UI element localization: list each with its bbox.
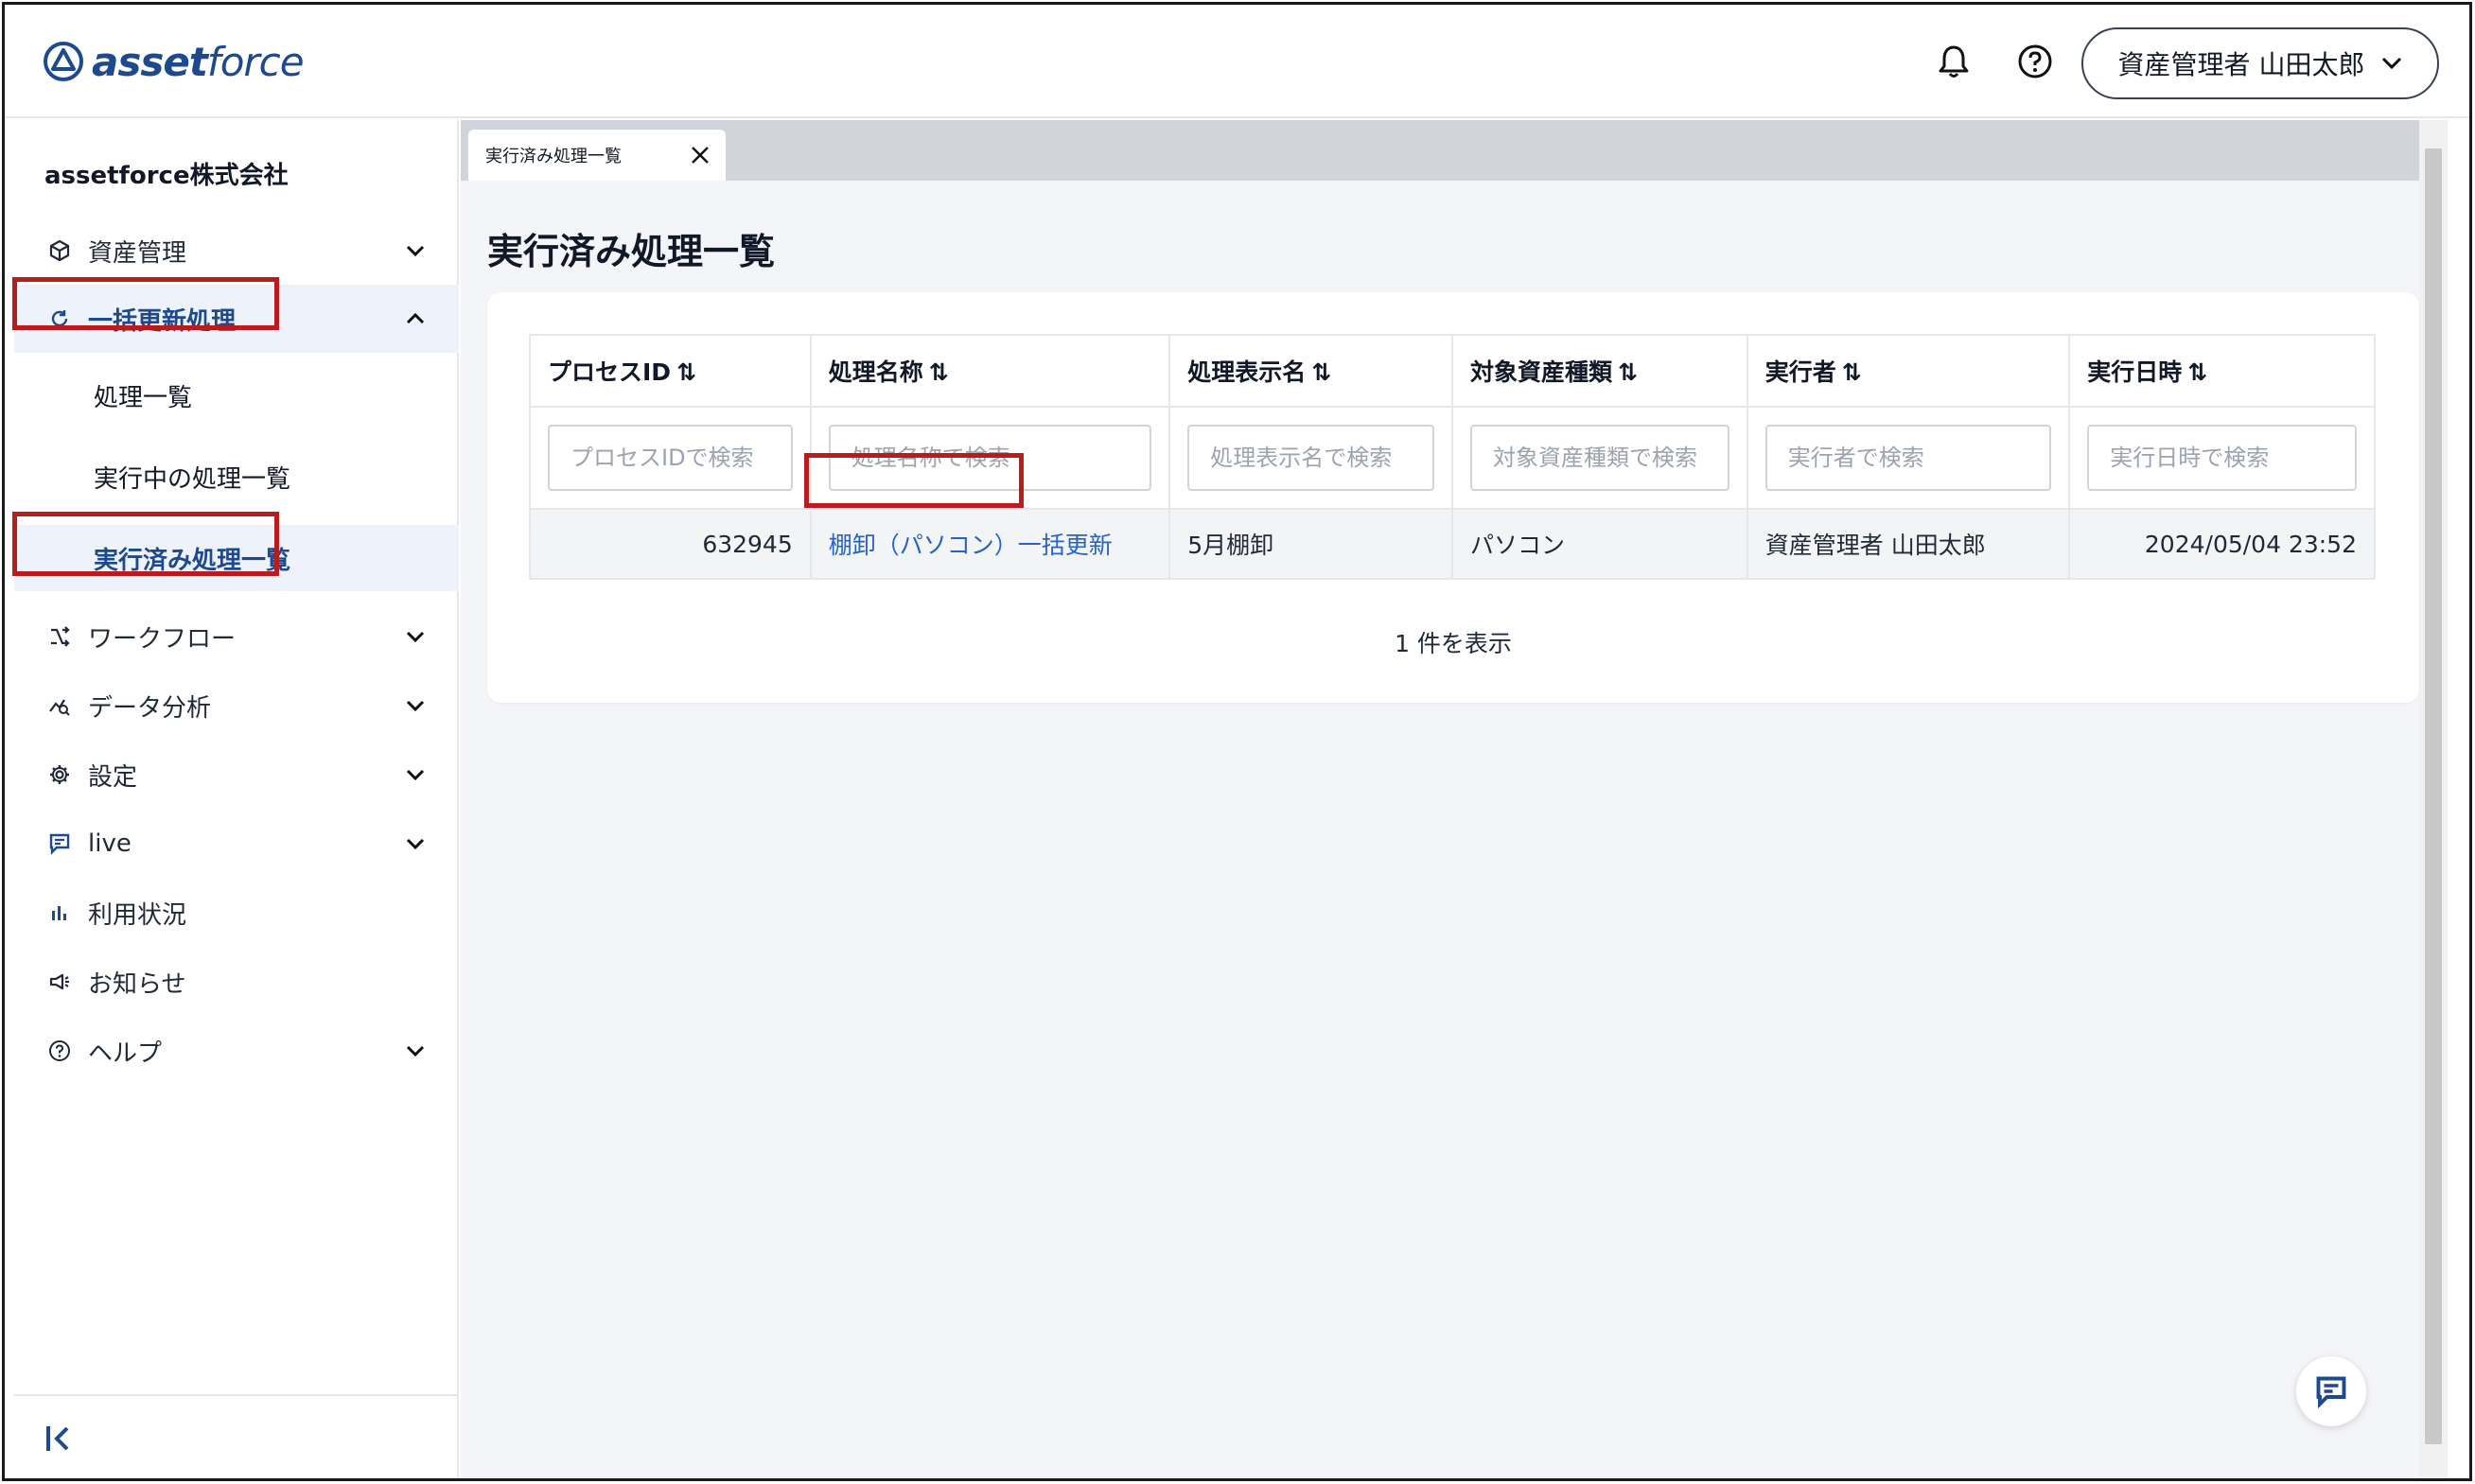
result-count: 1 件を表示: [1395, 630, 1512, 657]
workflow-icon: [46, 623, 73, 650]
table-header-row: プロセスID ⇅ 処理名称 ⇅ 処理表示名 ⇅ 対象資産種類 ⇅ 実行者 ⇅ 実行日時 ⇅: [529, 334, 2376, 408]
live-chat-button[interactable]: [2296, 1356, 2366, 1426]
chat-icon: [2316, 1376, 2346, 1408]
analytics-icon: [46, 692, 73, 719]
chevron-down-icon: [406, 631, 425, 643]
gear-icon: [46, 761, 73, 788]
chat-icon: [46, 830, 73, 857]
bar-chart-icon: [46, 899, 73, 926]
chevron-down-icon: [406, 838, 425, 850]
nav-live[interactable]: live: [14, 810, 459, 878]
help-circle-icon: [46, 1038, 73, 1064]
process-table: プロセスID ⇅ 処理名称 ⇅ 処理表示名 ⇅ 対象資産種類 ⇅ 実行者 ⇅ 実行日時 ⇅: [529, 334, 2376, 580]
col-header-asset-type[interactable]: 対象資産種類 ⇅: [1450, 334, 1748, 408]
nav-usage[interactable]: 利用状況: [14, 879, 459, 947]
cell-asset-type: パソコン: [1450, 508, 1748, 580]
logo-text: assetforce: [92, 38, 305, 85]
close-icon[interactable]: [688, 143, 712, 167]
nav-workflow[interactable]: ワークフロー: [14, 602, 459, 671]
cell-process-name: 棚卸（パソコン）一括更新: [809, 508, 1171, 580]
logo-mark-icon: [44, 42, 83, 81]
company-name: assetforce株式会社: [44, 162, 289, 190]
chevron-down-icon: [406, 245, 425, 257]
scrollbar-thumb[interactable]: [2425, 148, 2442, 1444]
filter-asset-type-input[interactable]: [1469, 425, 1729, 491]
nav-bulk-update[interactable]: 一括更新処理: [14, 285, 459, 353]
page-title: 実行済み処理一覧: [487, 231, 776, 272]
col-header-display-name[interactable]: 処理表示名 ⇅: [1168, 334, 1453, 408]
chevron-down-icon: [406, 700, 425, 712]
sort-icon[interactable]: ⇅: [929, 358, 949, 386]
sort-icon[interactable]: ⇅: [676, 358, 696, 386]
sort-icon[interactable]: ⇅: [1618, 358, 1638, 386]
nav-notifications[interactable]: お知らせ: [14, 948, 459, 1016]
vertical-scrollbar[interactable]: [2419, 120, 2448, 1478]
col-header-process-name[interactable]: 処理名称 ⇅: [809, 334, 1171, 408]
main-content: 実行済み処理一覧 実行済み処理一覧 プロセスID ⇅ 処理名称 ⇅ 処理表示名 ⇅ 対…: [461, 120, 2448, 1478]
chevron-up-icon: [406, 312, 425, 324]
nav-asset-management[interactable]: 資産管理: [14, 217, 459, 285]
filter-executed-at-input[interactable]: [2087, 425, 2357, 491]
app-window: assetforce 資産管理者 山田太郎 assetforce株式会社 資産管…: [2, 2, 2472, 1481]
chevron-down-icon: [406, 1045, 425, 1057]
filter-process-id-input[interactable]: [548, 425, 793, 491]
tab-bar: 実行済み処理一覧: [461, 120, 2448, 181]
cell-executor: 資産管理者 山田太郎: [1746, 508, 2071, 580]
collapse-sidebar-icon[interactable]: [43, 1423, 75, 1455]
subnav-process-list[interactable]: 処理一覧: [14, 362, 459, 428]
col-header-executed-at[interactable]: 実行日時 ⇅: [2068, 334, 2376, 408]
filter-display-name-input[interactable]: [1187, 425, 1434, 491]
nav-data-analysis[interactable]: データ分析: [14, 672, 459, 740]
table-row: 632945 棚卸（パソコン）一括更新 5月棚卸 パソコン 資産管理者 山田太郎…: [529, 508, 2376, 580]
sort-icon[interactable]: ⇅: [1842, 358, 1862, 386]
nav-settings[interactable]: 設定: [14, 741, 459, 809]
filter-row: [529, 406, 2376, 510]
subnav-running-processes[interactable]: 実行中の処理一覧: [14, 444, 459, 510]
help-circle-icon[interactable]: [2014, 41, 2056, 82]
process-name-link[interactable]: 棚卸（パソコン）一括更新: [829, 532, 1113, 559]
sidebar-footer: [14, 1394, 459, 1478]
user-name: 資産管理者 山田太郎: [2117, 49, 2365, 80]
col-header-process-id[interactable]: プロセスID ⇅: [529, 334, 812, 408]
nav-help[interactable]: ヘルプ: [14, 1017, 459, 1085]
cell-display-name: 5月棚卸: [1168, 508, 1453, 580]
cube-icon: [46, 237, 73, 264]
tab-executed-processes[interactable]: 実行済み処理一覧: [468, 130, 726, 181]
results-card: プロセスID ⇅ 処理名称 ⇅ 処理表示名 ⇅ 対象資産種類 ⇅ 実行者 ⇅ 実行日時 ⇅: [487, 292, 2419, 703]
bell-icon[interactable]: [1933, 41, 1975, 82]
sort-icon[interactable]: ⇅: [1311, 358, 1331, 386]
col-header-executor[interactable]: 実行者 ⇅: [1746, 334, 2071, 408]
sort-icon[interactable]: ⇅: [2187, 358, 2207, 386]
chevron-down-icon: [2382, 57, 2402, 70]
top-header: assetforce 資産管理者 山田太郎: [5, 5, 2469, 118]
megaphone-icon: [46, 969, 73, 995]
chevron-down-icon: [406, 769, 425, 781]
user-menu-button[interactable]: 資産管理者 山田太郎: [2081, 27, 2439, 99]
assetforce-logo[interactable]: assetforce: [43, 35, 305, 88]
cell-process-id: 632945: [529, 508, 812, 580]
subnav-executed-processes[interactable]: 実行済み処理一覧: [14, 525, 459, 591]
refresh-icon: [46, 306, 73, 332]
filter-process-name-input[interactable]: [828, 425, 1152, 491]
filter-executor-input[interactable]: [1764, 425, 2052, 491]
sidebar: assetforce株式会社 資産管理 一括更新処理 処理一覧 実行中の処理一覧…: [12, 120, 459, 1478]
cell-executed-at: 2024/05/04 23:52: [2068, 508, 2376, 580]
